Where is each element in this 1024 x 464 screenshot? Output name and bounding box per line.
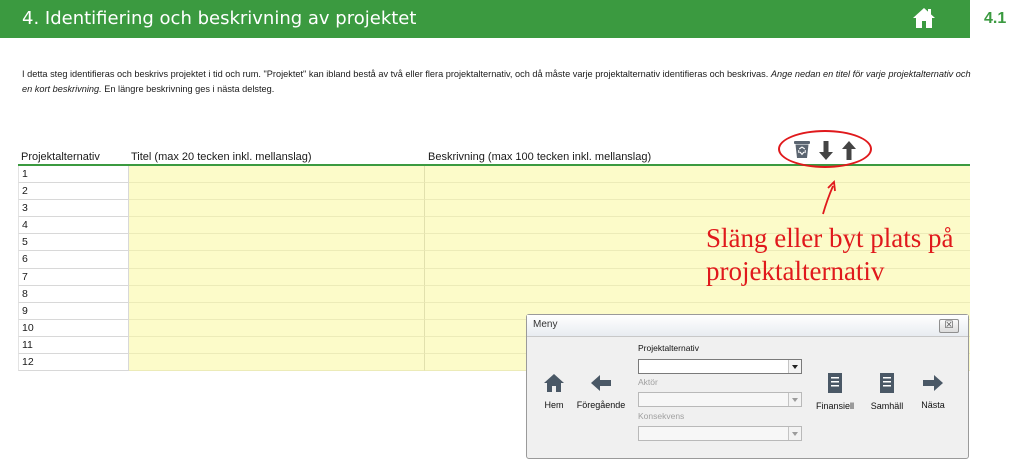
home-icon <box>544 374 564 392</box>
row-number: 7 <box>18 268 129 286</box>
title-cell[interactable] <box>129 251 425 269</box>
title-cell[interactable] <box>129 268 425 286</box>
chevron-down-icon <box>788 360 801 373</box>
arrow-right-icon <box>923 375 943 391</box>
title-cell[interactable] <box>129 183 425 201</box>
section-number: 4.1 <box>984 10 1007 27</box>
foregaende-button[interactable]: Föregående <box>575 373 627 410</box>
arrow-left-icon <box>591 375 611 391</box>
nasta-button[interactable]: Nästa <box>917 373 949 410</box>
finansiell-button[interactable]: Finansiell <box>815 372 855 411</box>
row-number: 2 <box>18 183 129 201</box>
title-cell[interactable] <box>129 217 425 235</box>
intro-main: I detta steg identifieras och beskrivs p… <box>22 69 769 79</box>
row-number: 10 <box>18 319 129 337</box>
title-cell[interactable] <box>129 354 425 372</box>
title-cell[interactable] <box>129 166 425 184</box>
title-cell[interactable] <box>129 336 425 355</box>
intro-tail: En längre beskrivning ges i nästa delste… <box>104 84 275 94</box>
title-cell[interactable] <box>129 285 425 303</box>
annotation-arrow-icon <box>820 180 840 221</box>
description-cell[interactable] <box>425 183 970 201</box>
row-number: 8 <box>18 285 129 303</box>
document-icon <box>828 373 842 393</box>
nasta-label: Nästa <box>921 400 945 410</box>
row-actions-highlight <box>778 130 872 168</box>
arrow-down-icon[interactable] <box>818 141 834 166</box>
row-number: 1 <box>18 166 129 184</box>
row-number: 9 <box>18 302 129 320</box>
chevron-down-icon <box>788 393 801 406</box>
aktor-select[interactable] <box>638 392 802 407</box>
row-number: 4 <box>18 217 129 235</box>
page-title: 4. Identifiering och beskrivning av proj… <box>22 8 417 29</box>
finansiell-label: Finansiell <box>815 401 855 411</box>
title-cell[interactable] <box>129 200 425 218</box>
home-icon[interactable] <box>912 6 936 30</box>
menu-title: Meny <box>533 319 558 330</box>
konsekvens-label: Konsekvens <box>638 411 685 421</box>
row-number: 5 <box>18 234 129 252</box>
projektalternativ-label: Projektalternativ <box>638 343 699 353</box>
menu-titlebar[interactable]: Meny ☒ <box>527 315 968 337</box>
column-header-beskrivning: Beskrivning (max 100 tecken inkl. mellan… <box>428 151 652 163</box>
intro-text: I detta steg identifieras och beskrivs p… <box>22 67 982 97</box>
hem-label: Hem <box>544 400 564 410</box>
description-cell[interactable] <box>425 285 970 303</box>
document-icon <box>880 373 894 393</box>
title-cell[interactable] <box>129 302 425 320</box>
samhall-button[interactable]: Samhäll <box>869 372 905 411</box>
konsekvens-select[interactable] <box>638 426 802 441</box>
title-cell[interactable] <box>129 234 425 252</box>
arrow-up-icon[interactable] <box>841 140 857 165</box>
column-header-projektalternativ: Projektalternativ <box>21 151 100 163</box>
annotation-line-1: Släng eller byt plats på <box>706 223 954 253</box>
annotation-line-2: projektalternativ <box>706 256 885 286</box>
section-number-box: 4.1 <box>970 0 1024 38</box>
hem-button[interactable]: Hem <box>543 373 565 410</box>
recycle-bin-icon[interactable] <box>792 139 812 164</box>
row-number: 3 <box>18 200 129 218</box>
samhall-label: Samhäll <box>870 401 904 411</box>
title-cell[interactable] <box>129 319 425 337</box>
close-button[interactable]: ☒ <box>939 319 959 333</box>
header-bar: 4. Identifiering och beskrivning av proj… <box>0 0 970 38</box>
row-number: 12 <box>18 354 129 372</box>
foregaende-label: Föregående <box>576 400 626 410</box>
row-number: 11 <box>18 336 129 355</box>
column-header-titel: Titel (max 20 tecken inkl. mellanslag) <box>131 151 312 163</box>
row-number: 6 <box>18 251 129 269</box>
description-cell[interactable] <box>425 166 970 184</box>
annotation-callout: Släng eller byt plats på projektalternat… <box>706 222 953 288</box>
projektalternativ-select[interactable] <box>638 359 802 374</box>
description-cell[interactable] <box>425 200 970 218</box>
chevron-down-icon <box>788 427 801 440</box>
aktor-label: Aktör <box>638 377 658 387</box>
menu-dialog: Meny ☒ Hem Föregående Projektalternativ … <box>526 314 969 459</box>
table-row: 8 <box>18 285 970 303</box>
